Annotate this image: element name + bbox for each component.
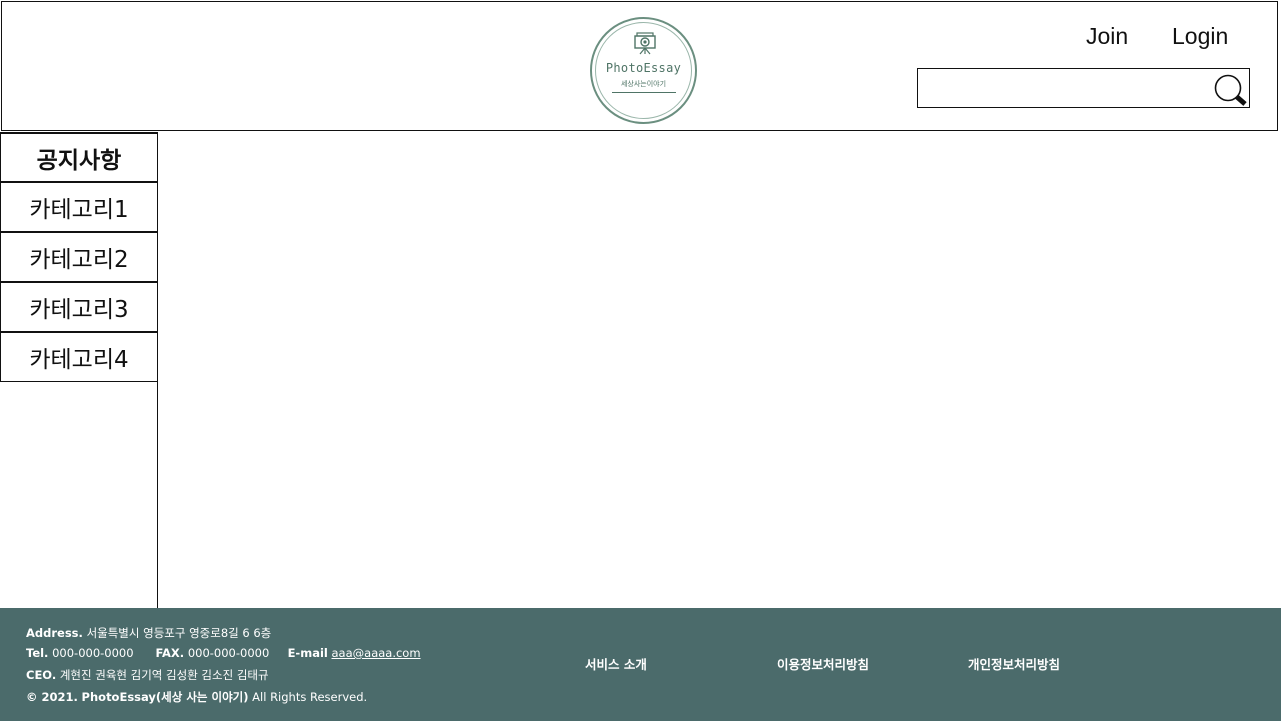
sidebar-item-notice[interactable]: 공지사항 — [0, 132, 158, 182]
fax-value: 000-000-0000 — [187, 646, 270, 660]
footer-copyright: © 2021. PhotoEssay(세상 사는 이야기) All Rights… — [26, 689, 367, 705]
privacy-policy-link[interactable]: 개인정보처리방침 — [968, 654, 1060, 673]
email-label: E-mail — [287, 646, 328, 660]
logo-title: PhotoEssay — [605, 61, 682, 75]
site-header: PhotoEssay 세상사는이야기 Join Login — [1, 1, 1278, 131]
email-link[interactable]: aaa@aaaa.com — [332, 646, 421, 660]
camera-icon — [634, 32, 656, 55]
site-footer: Address. 서울특별시 영등포구 영중로8길 6 6층 Tel. 000-… — [0, 608, 1281, 721]
fax-label: FAX. — [155, 646, 185, 660]
service-intro-link[interactable]: 서비스 소개 — [585, 654, 647, 673]
sidebar-item-category2[interactable]: 카테고리2 — [0, 232, 158, 282]
sidebar-item-category4[interactable]: 카테고리4 — [0, 332, 158, 382]
footer-address: Address. 서울특별시 영등포구 영중로8길 6 6층 — [26, 625, 271, 641]
search-input[interactable] — [920, 71, 1214, 107]
copyright-prefix: © 2021. — [26, 690, 78, 704]
terms-link[interactable]: 이용정보처리방침 — [777, 654, 869, 673]
logo-subtitle: 세상사는이야기 — [620, 80, 667, 88]
sidebar-item-label: 카테고리4 — [29, 347, 129, 373]
address-label: Address. — [26, 626, 83, 640]
site-logo[interactable]: PhotoEssay 세상사는이야기 — [590, 17, 697, 124]
footer-ceo: CEO. 계현진 권육현 김기역 김성환 김소진 김태규 — [26, 667, 269, 683]
sidebar-item-label: 카테고리2 — [29, 247, 129, 273]
copyright-suffix: All Rights Reserved. — [252, 690, 368, 704]
sidebar-item-category1[interactable]: 카테고리1 — [0, 182, 158, 232]
copyright-brand: PhotoEssay(세상 사는 이야기) — [81, 690, 249, 704]
sidebar-item-label: 공지사항 — [36, 147, 122, 174]
sidebar-item-label: 카테고리3 — [29, 297, 129, 323]
tel-value: 000-000-0000 — [52, 646, 134, 660]
sidebar-item-label: 카테고리1 — [29, 197, 129, 223]
address-value: 서울특별시 영등포구 영중로8길 6 6층 — [86, 626, 272, 640]
ceo-value: 계현진 권육현 김기역 김성환 김소진 김태규 — [59, 668, 269, 682]
tel-label: Tel. — [26, 646, 49, 660]
ceo-label: CEO. — [26, 668, 57, 682]
join-link[interactable]: Join — [1086, 23, 1128, 50]
footer-contact: Tel. 000-000-0000 FAX. 000-000-0000 E-ma… — [26, 646, 421, 660]
sidebar: 공지사항 카테고리1 카테고리2 카테고리3 카테고리4 — [0, 132, 158, 608]
login-link[interactable]: Login — [1172, 23, 1228, 50]
logo-divider — [612, 92, 676, 93]
search-box — [917, 68, 1250, 108]
search-icon[interactable] — [1212, 73, 1248, 107]
sidebar-item-category3[interactable]: 카테고리3 — [0, 282, 158, 332]
